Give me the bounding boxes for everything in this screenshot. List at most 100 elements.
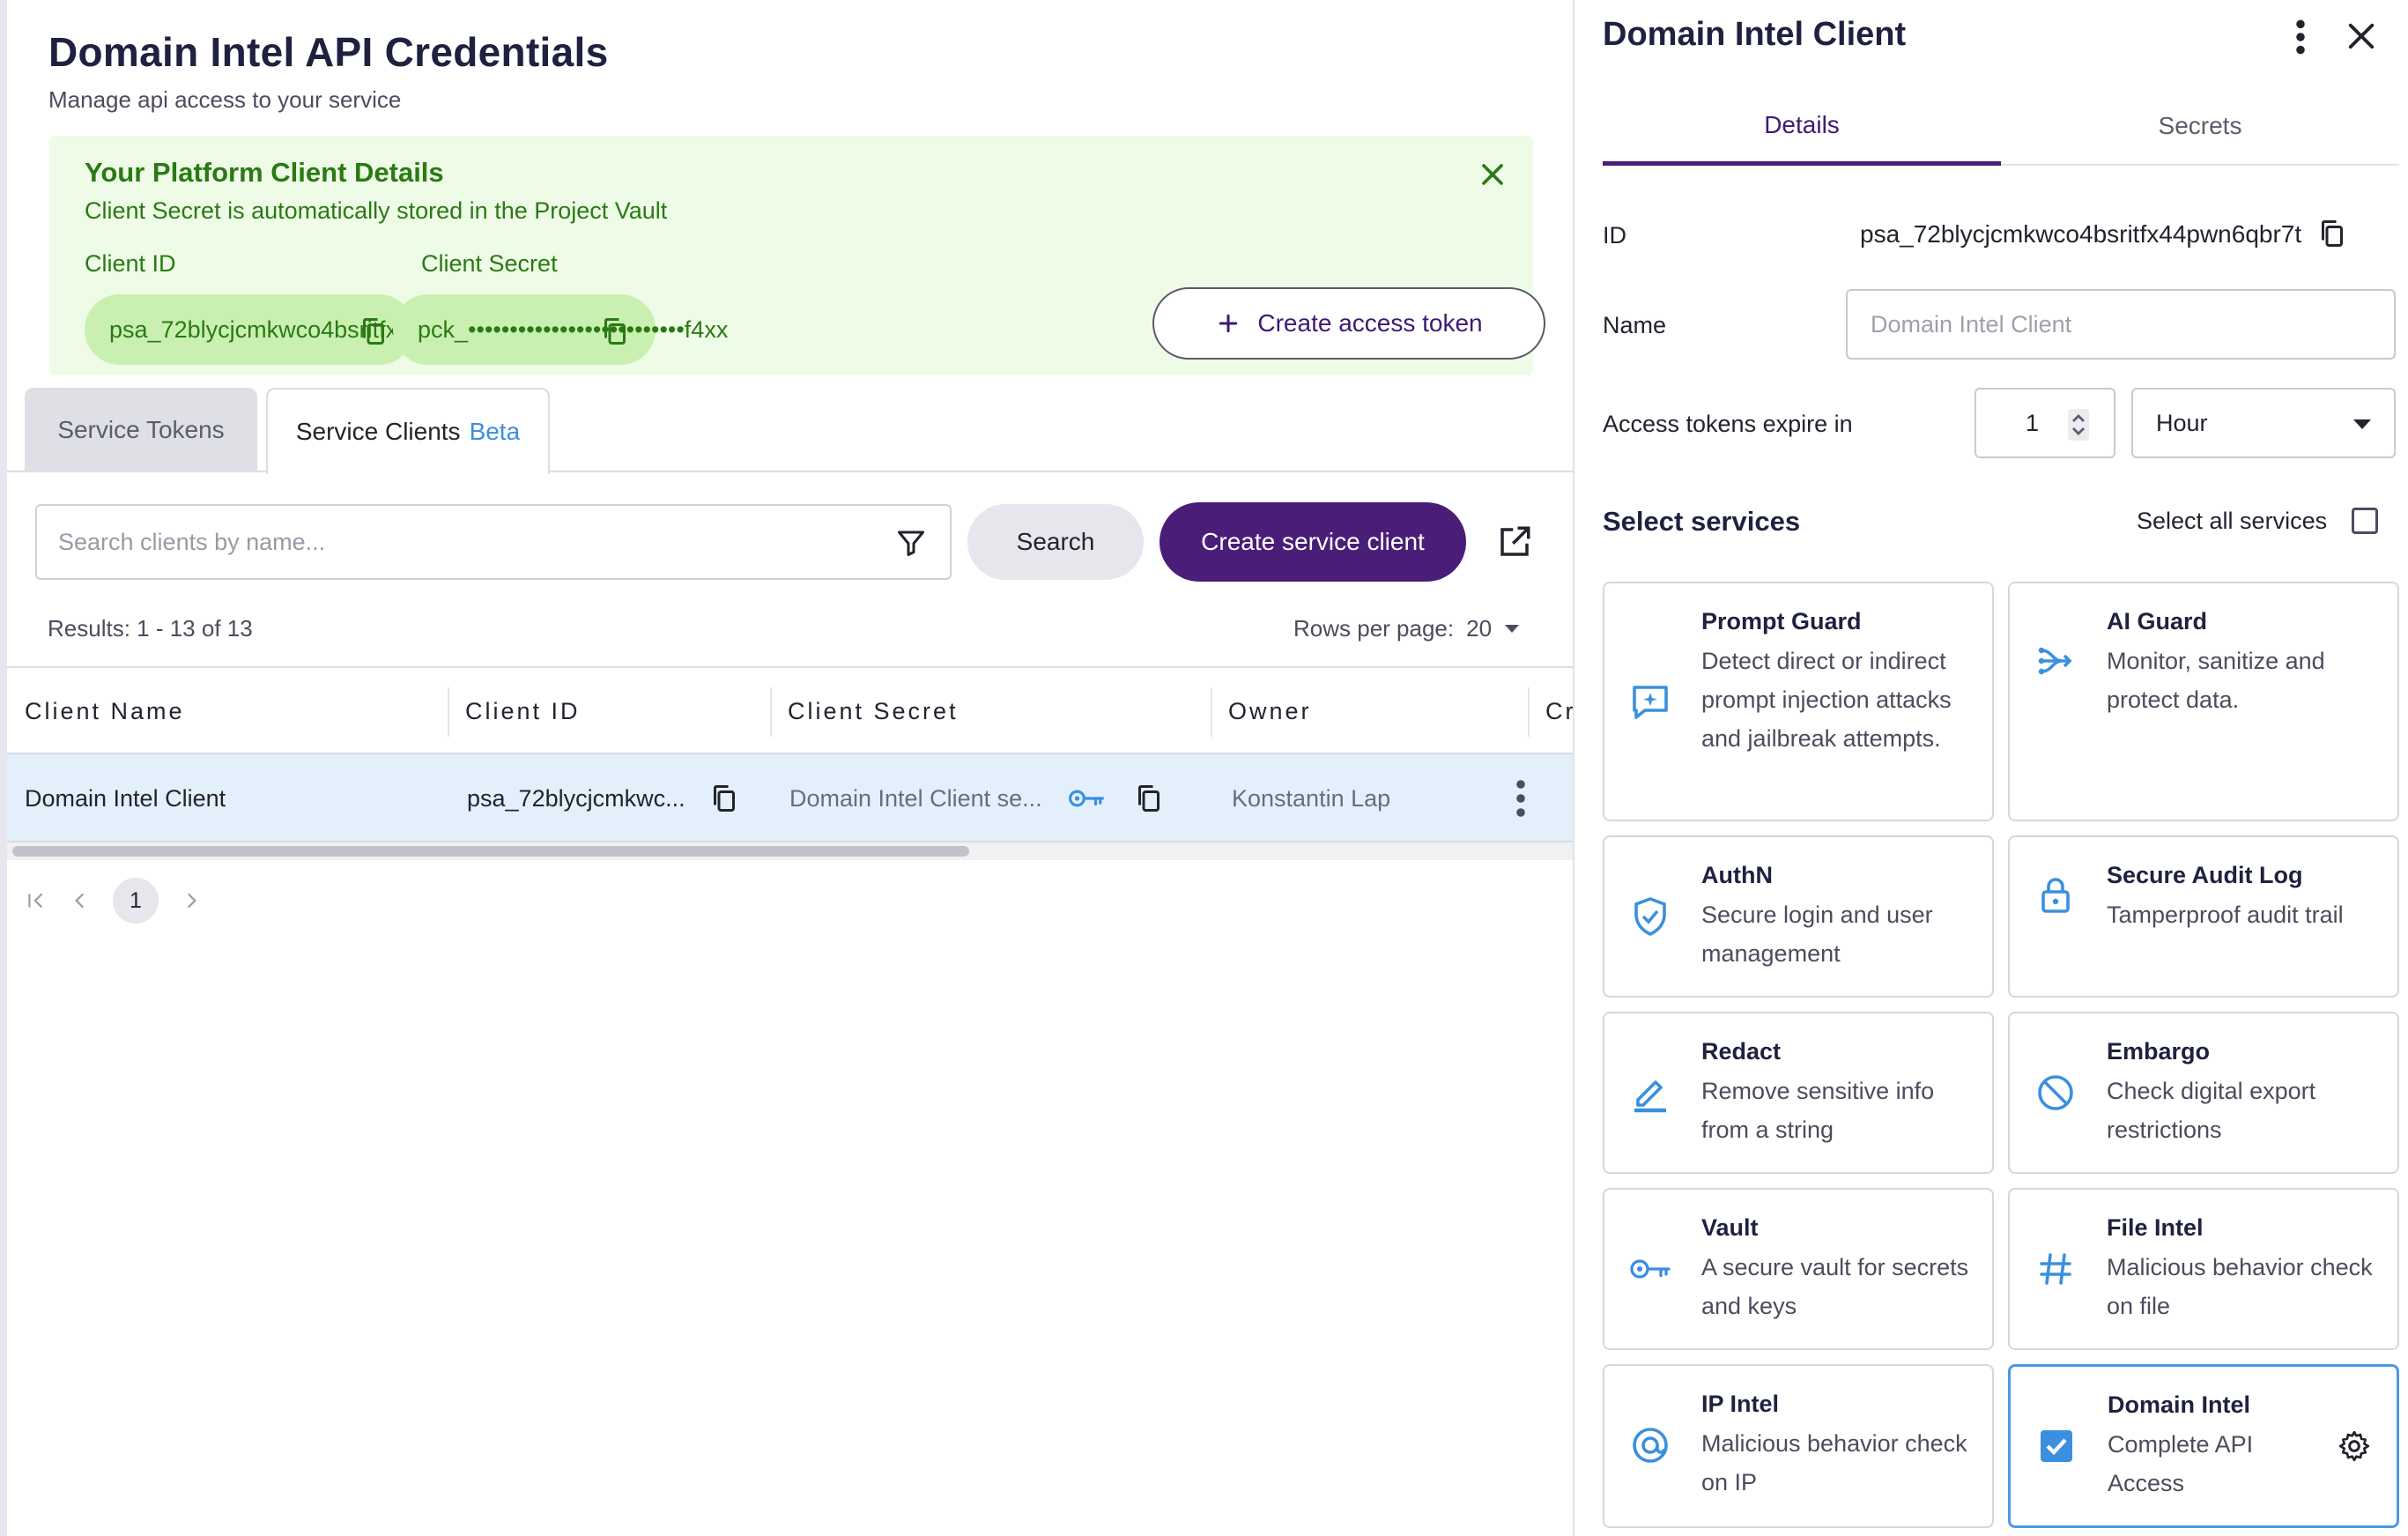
client-id-label: Client ID [85,250,176,277]
service-title: File Intel [2107,1214,2204,1241]
service-card-ai-guard[interactable]: AI Guard Monitor, sanitize and protect d… [2008,582,2399,821]
service-description: Malicious behavior check on file [2107,1254,2373,1319]
service-card-ip-intel[interactable]: IP Intel Malicious behavior check on IP [1603,1364,1994,1528]
page-title: Domain Intel API Credentials [48,29,609,75]
search-button[interactable]: Search [967,504,1144,580]
key-icon [1630,1259,1671,1279]
first-page-icon[interactable] [25,889,48,912]
rows-per-page-value: 20 [1466,615,1493,642]
client-secret-label: Client Secret [421,250,558,277]
key-icon[interactable] [1068,784,1105,813]
create-access-token-button[interactable]: Create access token [1152,287,1545,360]
service-description: A secure vault for secrets and keys [1701,1254,1969,1319]
more-vertical-icon[interactable] [1510,779,1531,818]
select-all-checkbox[interactable] [2352,508,2378,534]
tab-service-clients[interactable]: Service Clients Beta [266,388,550,474]
service-description: Tamperproof audit trail [2107,902,2344,928]
service-card-vault[interactable]: Vault A secure vault for secrets and key… [1603,1188,1994,1350]
copy-icon[interactable] [2316,215,2348,252]
service-card-redact[interactable]: Redact Remove sensitive info from a stri… [1603,1012,1994,1174]
id-label: ID [1603,222,1626,249]
create-service-client-button[interactable]: Create service client [1160,502,1466,582]
search-box [35,504,952,580]
expire-value: 1 [2026,409,2040,436]
copy-icon[interactable] [1133,781,1165,816]
gear-icon[interactable] [2337,1428,2372,1464]
client-secret-value: pck_••••••••••••••••••••••••••f4xx [418,315,729,343]
at-icon [1633,1428,1668,1463]
prev-page-icon[interactable] [69,889,92,912]
service-title: Redact [1701,1038,1782,1065]
service-description: Detect direct or indirect prompt injecti… [1701,648,1952,752]
client-secret-pill: pck_••••••••••••••••••••••••••f4xx [393,294,728,365]
select-all-label: Select all services [2137,508,2328,534]
column-divider [1211,687,1212,737]
create-access-token-label: Create access token [1257,309,1483,337]
column-header[interactable]: Client ID [465,668,581,754]
ai-guard-icon [2038,647,2072,675]
horizontal-scrollbar[interactable] [7,842,1580,860]
tab-secrets[interactable]: Secrets [2001,88,2399,166]
client-id-pill: psa_72blycjcmkwco4bsritfx44pwn6qbr7t [85,294,535,365]
service-description: Monitor, sanitize and protect data. [2107,648,2325,713]
search-input[interactable] [58,506,851,578]
service-card-embargo[interactable]: Embargo Check digital export restriction… [2008,1012,2399,1174]
tab-label: Service Clients [295,418,461,445]
id-value: psa_72blycjcmkwco4bsritfx44pwn6qbr7t [1860,220,2302,248]
results-summary: Results: 1 - 13 of 13 [48,615,253,642]
column-header[interactable]: Cr [1545,668,1576,754]
copy-icon[interactable] [708,781,740,816]
expire-unit-select[interactable]: Hour [2131,388,2396,458]
beta-badge: Beta [469,418,521,445]
table-row[interactable]: Domain Intel Client psa_72blycjcmkwc... … [7,754,1580,842]
scrollbar-thumb[interactable] [12,846,969,857]
service-title: Prompt Guard [1701,608,1862,634]
column-header[interactable]: Client Name [25,668,185,754]
client-drawer: Domain Intel Client Details Secrets ID p… [1573,0,2408,1536]
caret-down-icon [2353,419,2371,429]
column-header[interactable]: Client Secret [788,668,959,754]
tab-service-tokens[interactable]: Service Tokens [25,388,257,472]
copy-icon[interactable] [599,314,631,349]
filter-icon[interactable] [895,527,927,559]
name-field[interactable] [1846,289,2396,360]
service-description: Secure login and user management [1701,902,1933,967]
column-divider [770,687,772,737]
service-description: Malicious behavior check on IP [1701,1430,1967,1495]
copy-icon[interactable] [358,314,389,349]
next-page-icon[interactable] [180,889,203,912]
service-card-secure-audit-log[interactable]: Secure Audit Log Tamperproof audit trail [2008,835,2399,998]
column-divider [1528,687,1530,737]
client-details-banner: Your Platform Client Details Client Secr… [49,136,1545,375]
service-title: Embargo [2107,1038,2211,1065]
rows-per-page-label: Rows per page: [1293,615,1455,642]
column-divider [448,687,449,737]
service-title: Secure Audit Log [2107,862,2303,888]
more-vertical-icon[interactable] [2285,18,2316,56]
main-panel: Domain Intel API Credentials Manage api … [0,0,1580,1536]
checkbox-checked-icon[interactable] [2035,1425,2078,1467]
tab-details[interactable]: Details [1603,88,2001,166]
service-card-domain-intel[interactable]: Domain Intel Complete API Access [2008,1364,2399,1528]
open-external-icon[interactable] [1496,523,1533,560]
block-icon [2038,1075,2073,1110]
tabs: Service Tokens Service Clients Beta [7,388,1580,474]
pen-icon [1634,1080,1666,1113]
service-card-file-intel[interactable]: File Intel Malicious behavior check on f… [2008,1188,2399,1350]
expire-stepper[interactable]: 1 [1975,388,2115,458]
service-description: Complete API Access [2108,1431,2254,1496]
close-icon[interactable] [1475,157,1510,192]
rows-per-page[interactable]: Rows per page: 20 [1293,615,1520,642]
caret-down-icon [1505,624,1520,633]
expire-label: Access tokens expire in [1603,411,1853,437]
close-icon[interactable] [2343,18,2380,55]
service-title: AuthN [1701,862,1773,888]
service-card-prompt-guard[interactable]: Prompt Guard Detect direct or indirect p… [1603,582,1994,821]
service-card-authn[interactable]: AuthN Secure login and user management [1603,835,1994,998]
client-id-cell: psa_72blycjcmkwc... [467,784,685,812]
stepper-arrows-icon[interactable] [2068,409,2089,441]
app-root: Domain Intel API Credentials Manage api … [0,0,2408,1536]
column-header[interactable]: Owner [1228,668,1312,754]
page-number[interactable]: 1 [113,878,159,924]
tab-label: Service Tokens [57,416,225,443]
